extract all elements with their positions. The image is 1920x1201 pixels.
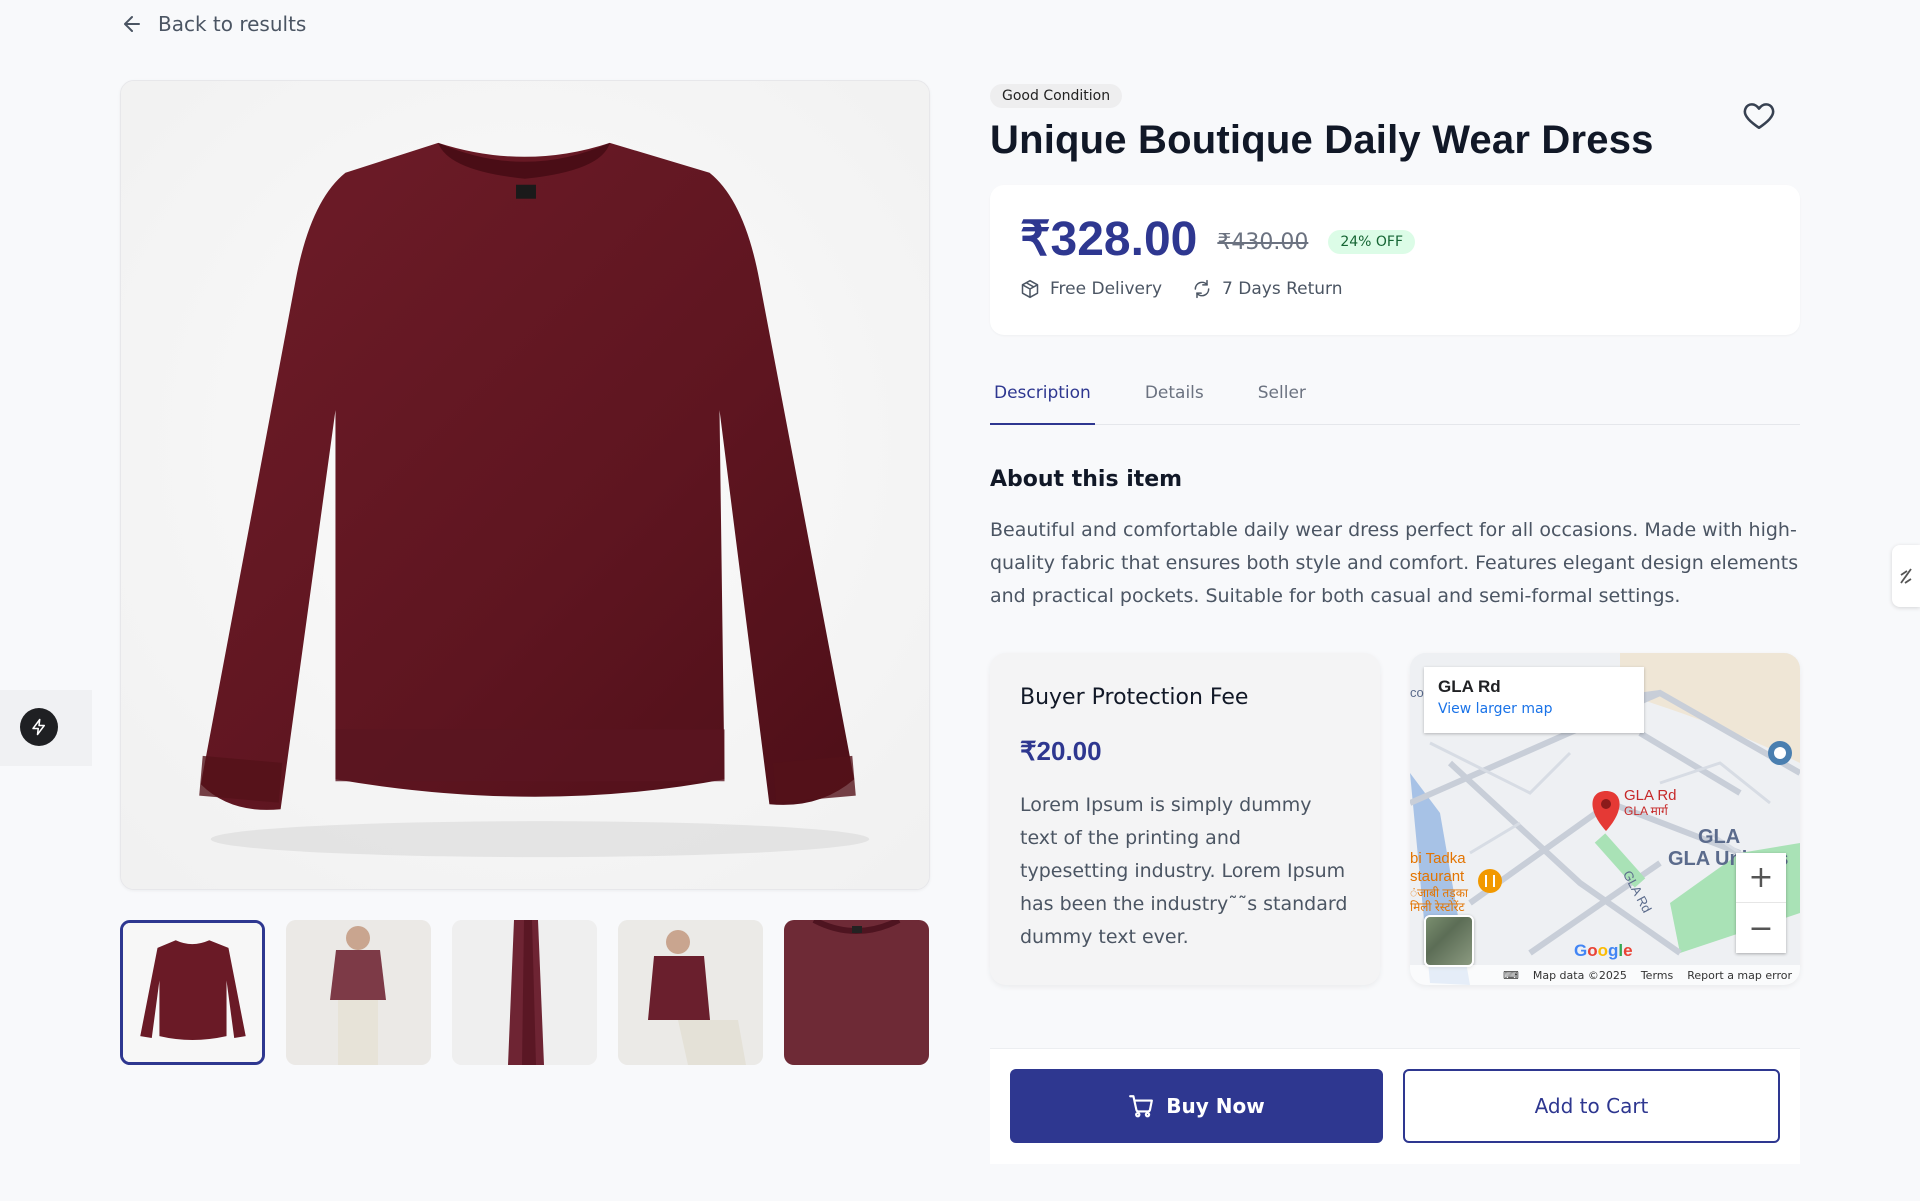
- map-restaurant-label-4: मिली रेस्टोरेंट: [1410, 900, 1466, 914]
- cart-icon: [1129, 1095, 1154, 1118]
- map-info-card: GLA Rd View larger map: [1424, 667, 1644, 733]
- tab-details[interactable]: Details: [1141, 365, 1208, 425]
- price-card: ₹328.00 ₹430.00 24% OFF Free Delivery 7 …: [990, 185, 1800, 335]
- action-bar: Buy Now Add to Cart: [990, 1048, 1800, 1164]
- map-univ-top-label: GLA: [1698, 826, 1740, 848]
- original-price: ₹430.00: [1217, 229, 1309, 255]
- dev-tools-button[interactable]: [20, 708, 58, 746]
- side-drawer-handle[interactable]: [1892, 545, 1920, 607]
- thumbnail-2[interactable]: [286, 920, 431, 1065]
- back-label: Back to results: [158, 12, 307, 36]
- perk-return: 7 Days Return: [1192, 279, 1343, 299]
- main-product-image: [120, 80, 930, 890]
- sweater-image: [121, 81, 929, 889]
- product-info: Good Condition Unique Boutique Daily Wea…: [990, 84, 1800, 985]
- buy-now-button[interactable]: Buy Now: [1010, 1069, 1383, 1143]
- refresh-icon: [1194, 279, 1210, 299]
- thumbnail-3[interactable]: [452, 920, 597, 1065]
- add-to-cart-label: Add to Cart: [1534, 1094, 1649, 1118]
- perk-label: Free Delivery: [1050, 279, 1163, 299]
- slash-icon: [1900, 568, 1912, 584]
- thumbnail-5[interactable]: [784, 920, 929, 1065]
- thumbnail-1[interactable]: [120, 920, 265, 1065]
- thumbnail-gallery: [120, 920, 929, 1065]
- add-to-cart-button[interactable]: Add to Cart: [1403, 1069, 1780, 1143]
- package-icon: [1021, 279, 1039, 299]
- map-report-link[interactable]: Report a map error: [1687, 969, 1792, 982]
- condition-badge: Good Condition: [990, 84, 1123, 108]
- perk-free-delivery: Free Delivery: [1020, 279, 1162, 299]
- map-place-name: GLA Rd: [1438, 677, 1501, 696]
- product-title: Unique Boutique Daily Wear Dress: [990, 118, 1654, 162]
- about-heading: About this item: [990, 467, 1183, 492]
- map-edge-label: co: [1410, 685, 1424, 700]
- zoom-in-button[interactable]: +: [1736, 853, 1786, 903]
- current-price: ₹328.00: [1020, 213, 1198, 266]
- thumbnail-4[interactable]: [618, 920, 763, 1065]
- keyboard-icon[interactable]: ⌨: [1503, 969, 1519, 982]
- buyer-protection-card: Buyer Protection Fee ₹20.00 Lorem Ipsum …: [990, 653, 1380, 985]
- zoom-out-button[interactable]: −: [1736, 903, 1786, 953]
- fee-title: Buyer Protection Fee: [1020, 685, 1249, 710]
- fee-amount: ₹20.00: [1020, 736, 1102, 766]
- map-pin-label: GLA Rd: [1624, 787, 1677, 804]
- about-text: Beautiful and comfortable daily wear dre…: [990, 519, 1799, 607]
- lightning-icon: [32, 718, 45, 736]
- tab-description[interactable]: Description: [990, 365, 1095, 425]
- fee-text: Lorem Ipsum is simply dummy text of the …: [1020, 794, 1348, 948]
- location-map[interactable]: GLA Rd GLA मार्ग GLA GLA Univers bi Tadk…: [1410, 653, 1800, 985]
- perk-label: 7 Days Return: [1222, 279, 1343, 299]
- map-pin-label-hindi: GLA मार्ग: [1624, 804, 1669, 818]
- back-to-results-link[interactable]: Back to results: [120, 12, 306, 36]
- dev-tools-panel: [0, 690, 92, 766]
- info-tabs: Description Details Seller: [990, 365, 1800, 425]
- map-restaurant-label-2: staurant: [1410, 868, 1465, 885]
- satellite-toggle[interactable]: [1424, 915, 1474, 967]
- map-restaurant-label-1: bi Tadka: [1410, 850, 1466, 867]
- map-terms-link[interactable]: Terms: [1641, 969, 1673, 982]
- buy-now-label: Buy Now: [1166, 1094, 1265, 1118]
- map-footer: ⌨ Map data ©2025 Terms Report a map erro…: [1410, 965, 1800, 985]
- google-logo: Google: [1574, 941, 1633, 960]
- arrow-left-icon: [124, 16, 140, 32]
- map-data-label: Map data ©2025: [1532, 968, 1627, 982]
- heart-icon[interactable]: [1742, 98, 1776, 132]
- map-restaurant-label-3: ंजाबी तड़का: [1410, 886, 1469, 900]
- tab-seller[interactable]: Seller: [1254, 365, 1310, 425]
- discount-badge: 24% OFF: [1328, 230, 1416, 254]
- map-zoom-controls: + −: [1736, 853, 1786, 953]
- view-larger-map-link[interactable]: View larger map: [1438, 701, 1630, 717]
